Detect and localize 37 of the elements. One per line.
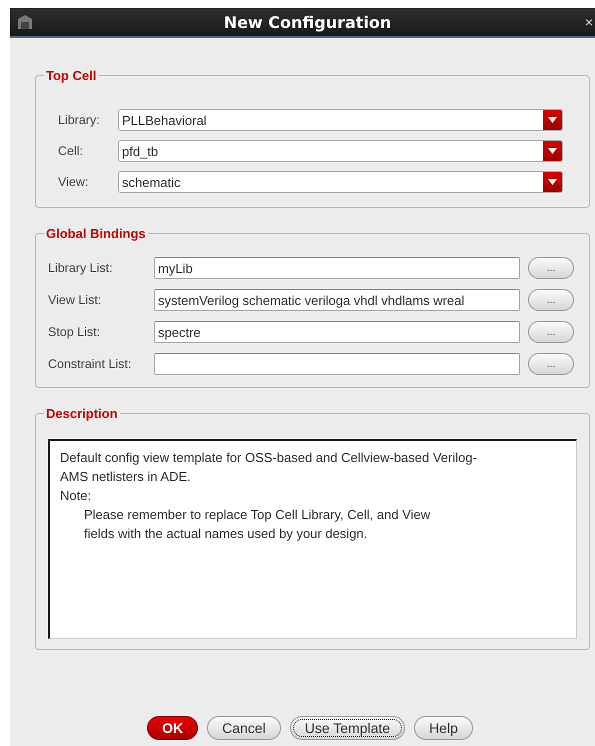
dropdown[interactable]: pfd_tb: [118, 140, 563, 162]
group-title: Description: [45, 406, 119, 421]
input-field[interactable]: spectre: [154, 321, 520, 343]
input-field[interactable]: myLib: [154, 257, 520, 279]
input-field[interactable]: [154, 353, 520, 375]
field-label: Library:: [58, 113, 101, 127]
dialog-button[interactable]: Cancel: [207, 716, 281, 740]
description-line: Default config view template for OSS-based and Cellview-based Verilog-: [59, 449, 478, 466]
dialog-button[interactable]: OK: [147, 716, 198, 740]
browse-button[interactable]: ...: [528, 257, 574, 279]
field-label: Cell:: [58, 144, 84, 158]
app-icon: [16, 13, 34, 31]
field-label: Library List:: [48, 261, 114, 275]
caret-icon: [548, 148, 557, 154]
input-field[interactable]: systemVerilog schematic veriloga vhdl vhdlams wreal: [154, 289, 520, 311]
description-line: fields with the actual names used by your design.: [83, 525, 368, 542]
description-text-area[interactable]: [48, 439, 577, 639]
description-line: AMS netlisters in ADE.: [59, 468, 192, 485]
description-line: Note:: [59, 487, 92, 504]
close-button[interactable]: ×: [584, 14, 593, 30]
description-line: Please remember to replace Top Cell Library, Cell, and View: [83, 506, 432, 523]
dropdown[interactable]: schematic: [118, 171, 563, 193]
group-title: Global Bindings: [45, 226, 147, 241]
dropdown[interactable]: PLLBehavioral: [118, 109, 563, 131]
browse-button[interactable]: ...: [528, 321, 574, 343]
browse-button[interactable]: ...: [528, 353, 574, 375]
field-label: View List:: [48, 293, 102, 307]
field-label: Constraint List:: [48, 357, 132, 371]
window-title: New Configuration: [224, 12, 392, 32]
group-title: Top Cell: [45, 68, 98, 83]
field-label: Stop List:: [48, 325, 102, 339]
caret-icon: [548, 117, 557, 123]
caret-icon: [548, 179, 557, 185]
browse-button[interactable]: ...: [528, 289, 574, 311]
field-label: View:: [58, 175, 90, 189]
dialog-button[interactable]: Use Template: [290, 716, 406, 740]
dialog-button[interactable]: Help: [414, 716, 473, 740]
